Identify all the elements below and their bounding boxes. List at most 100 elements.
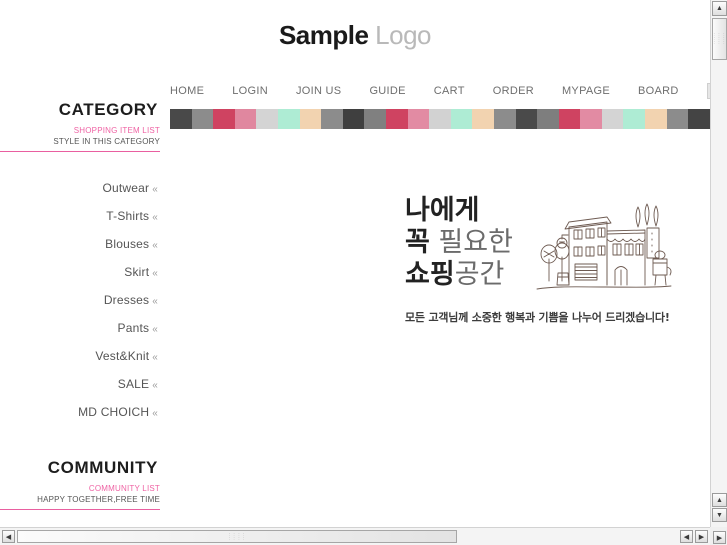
- color-swatch: [493, 109, 516, 129]
- color-swatch: [580, 109, 602, 129]
- nav-item-mypage[interactable]: MYPAGE: [562, 85, 610, 97]
- sidebar-item-skirt[interactable]: Skirt «: [0, 258, 160, 286]
- color-swatch: [623, 109, 646, 129]
- banner-line3-bold: 쇼핑: [405, 258, 455, 290]
- shop-street-illustration: [536, 203, 672, 290]
- color-swatch: [515, 109, 538, 129]
- sidebar-item-sale[interactable]: SALE «: [0, 370, 160, 398]
- color-swatch: [537, 109, 559, 129]
- color-swatch: [450, 109, 473, 129]
- sidebar-item-pants[interactable]: Pants «: [0, 314, 160, 342]
- logo-text-light: Logo: [368, 20, 432, 50]
- promo-banner: 나에게 꼭 필요한 쇼핑공간 모든 고객님께 소중한 행복과 기쁨을 나누어 드…: [405, 195, 675, 325]
- nav-item-order[interactable]: ORDER: [493, 85, 534, 97]
- double-chevron-left-icon: «: [152, 240, 158, 251]
- banner-line3-rest: 공간: [454, 258, 505, 290]
- category-divider: [0, 151, 160, 152]
- page-content: Sample Logo HOME LOGIN JOIN US GUIDE CAR…: [0, 0, 710, 527]
- color-swatch: [601, 109, 624, 129]
- color-swatch: [407, 109, 430, 129]
- menu-item-label: Blouses: [105, 237, 150, 251]
- menu-item-label: Pants: [117, 321, 150, 335]
- scroll-left-button[interactable]: ◀: [2, 530, 15, 543]
- vertical-scroll-thumb[interactable]: : : : : : : : : :: [712, 18, 727, 60]
- logo-text-strong: Sample: [278, 20, 369, 50]
- nav-item-home[interactable]: HOME: [170, 85, 204, 97]
- category-heading: CATEGORY: [58, 100, 158, 119]
- hscroll-thumb-grip: : : : : : : : :: [228, 531, 246, 542]
- nav-item-login[interactable]: LOGIN: [232, 85, 268, 97]
- horizontal-scroll-thumb[interactable]: : : : : : : : :: [17, 530, 457, 543]
- scroll-down-button[interactable]: ▼: [712, 508, 727, 522]
- category-subtitle-pink: SHOPPING ITEM LIST: [73, 126, 160, 135]
- sidebar-item-dresses[interactable]: Dresses «: [0, 286, 160, 314]
- double-chevron-left-icon: «: [152, 268, 158, 279]
- sidebar-item-vest-knit[interactable]: Vest&Knit «: [0, 342, 160, 370]
- banner-line1-text: 나에게: [405, 195, 480, 226]
- scroll-left-button-end[interactable]: ◀: [680, 530, 693, 543]
- community-subtitle-gray: HAPPY TOGETHER,FREE TIME: [37, 495, 160, 504]
- double-chevron-left-icon: «: [152, 380, 158, 391]
- nav-item-join-us[interactable]: JOIN US: [296, 85, 342, 97]
- scrollbar-corner: ▶: [710, 527, 727, 545]
- category-section: CATEGORY SHOPPING ITEM LIST STYLE IN THI…: [0, 100, 160, 426]
- menu-item-label: T-Shirts: [106, 209, 150, 223]
- menu-item-label: Vest&Knit: [95, 349, 150, 363]
- scroll-right-button[interactable]: ▶: [695, 530, 708, 543]
- color-swatch: [342, 109, 365, 129]
- community-divider: [0, 509, 160, 510]
- horizontal-scrollbar[interactable]: ◀ : : : : : : : : ◀ ▶: [0, 527, 710, 545]
- banner-line2-bold: 꼭: [405, 226, 430, 258]
- category-menu: Outwear «T-Shirts «Blouses «Skirt «Dresses «P…: [0, 174, 160, 426]
- menu-item-label: Dresses: [103, 293, 150, 307]
- scroll-thumb-grip: : : : : : : : : :: [713, 32, 726, 46]
- nav-item-cart[interactable]: CART: [434, 85, 465, 97]
- color-swatch: [191, 109, 214, 129]
- color-swatch: [364, 109, 386, 129]
- sidebar: CATEGORY SHOPPING ITEM LIST STYLE IN THI…: [0, 100, 160, 527]
- double-chevron-left-icon: «: [152, 212, 158, 223]
- horizontal-scroll-button-pair: ◀ ▶: [680, 530, 708, 543]
- color-swatch: [558, 109, 581, 129]
- site-logo[interactable]: Sample Logo: [0, 20, 710, 51]
- double-chevron-left-icon: «: [152, 352, 158, 363]
- color-swatch: [385, 109, 408, 129]
- color-swatch: [321, 109, 343, 129]
- sidebar-item-blouses[interactable]: Blouses «: [0, 230, 160, 258]
- community-heading: COMMUNITY: [47, 458, 158, 477]
- color-swatch: [429, 109, 451, 129]
- community-section: COMMUNITY COMMUNITY LIST HAPPY TOGETHER,…: [0, 458, 160, 527]
- scroll-up-button-bottom[interactable]: ▲: [712, 493, 727, 507]
- menu-item-label: SALE: [117, 377, 150, 391]
- menu-item-label: MD CHOICH: [78, 405, 150, 419]
- color-swatch: [299, 109, 322, 129]
- double-chevron-left-icon: «: [152, 324, 158, 335]
- double-chevron-left-icon: «: [152, 296, 158, 307]
- sidebar-item-outwear[interactable]: Outwear «: [0, 174, 160, 202]
- sidebar-item-t-shirts[interactable]: T-Shirts «: [0, 202, 160, 230]
- sidebar-item-md-choich[interactable]: MD CHOICH «: [0, 398, 160, 426]
- community-subtitle-pink: COMMUNITY LIST: [88, 484, 160, 493]
- color-swatch: [472, 109, 494, 129]
- color-swatch-bar: [170, 109, 710, 129]
- color-swatch: [666, 109, 689, 129]
- banner-subtitle: 모든 고객님께 소중한 행복과 기쁨을 나누어 드리겠습니다!: [405, 310, 670, 324]
- top-navigation: HOME LOGIN JOIN US GUIDE CART ORDER MYPA…: [170, 80, 710, 102]
- scroll-up-button[interactable]: ▲: [712, 1, 727, 16]
- nav-item-board[interactable]: BOARD: [638, 85, 679, 97]
- scroll-corner-button[interactable]: ▶: [713, 531, 726, 544]
- nav-item-guide[interactable]: GUIDE: [369, 85, 405, 97]
- color-swatch: [277, 109, 300, 129]
- vertical-scrollbar[interactable]: ▲ : : : : : : : : : ▲ ▼: [710, 0, 727, 527]
- color-swatch: [688, 109, 710, 129]
- menu-item-label: Outwear: [102, 181, 150, 195]
- category-subtitle-gray: STYLE IN THIS CATEGORY: [53, 137, 160, 146]
- double-chevron-left-icon: «: [152, 408, 158, 419]
- color-swatch: [256, 109, 278, 129]
- double-chevron-left-icon: «: [152, 184, 158, 195]
- color-swatch: [645, 109, 667, 129]
- color-swatch: [234, 109, 257, 129]
- menu-item-label: Skirt: [124, 265, 150, 279]
- banner-line2-rest: 필요한: [429, 226, 513, 258]
- color-swatch: [170, 109, 192, 129]
